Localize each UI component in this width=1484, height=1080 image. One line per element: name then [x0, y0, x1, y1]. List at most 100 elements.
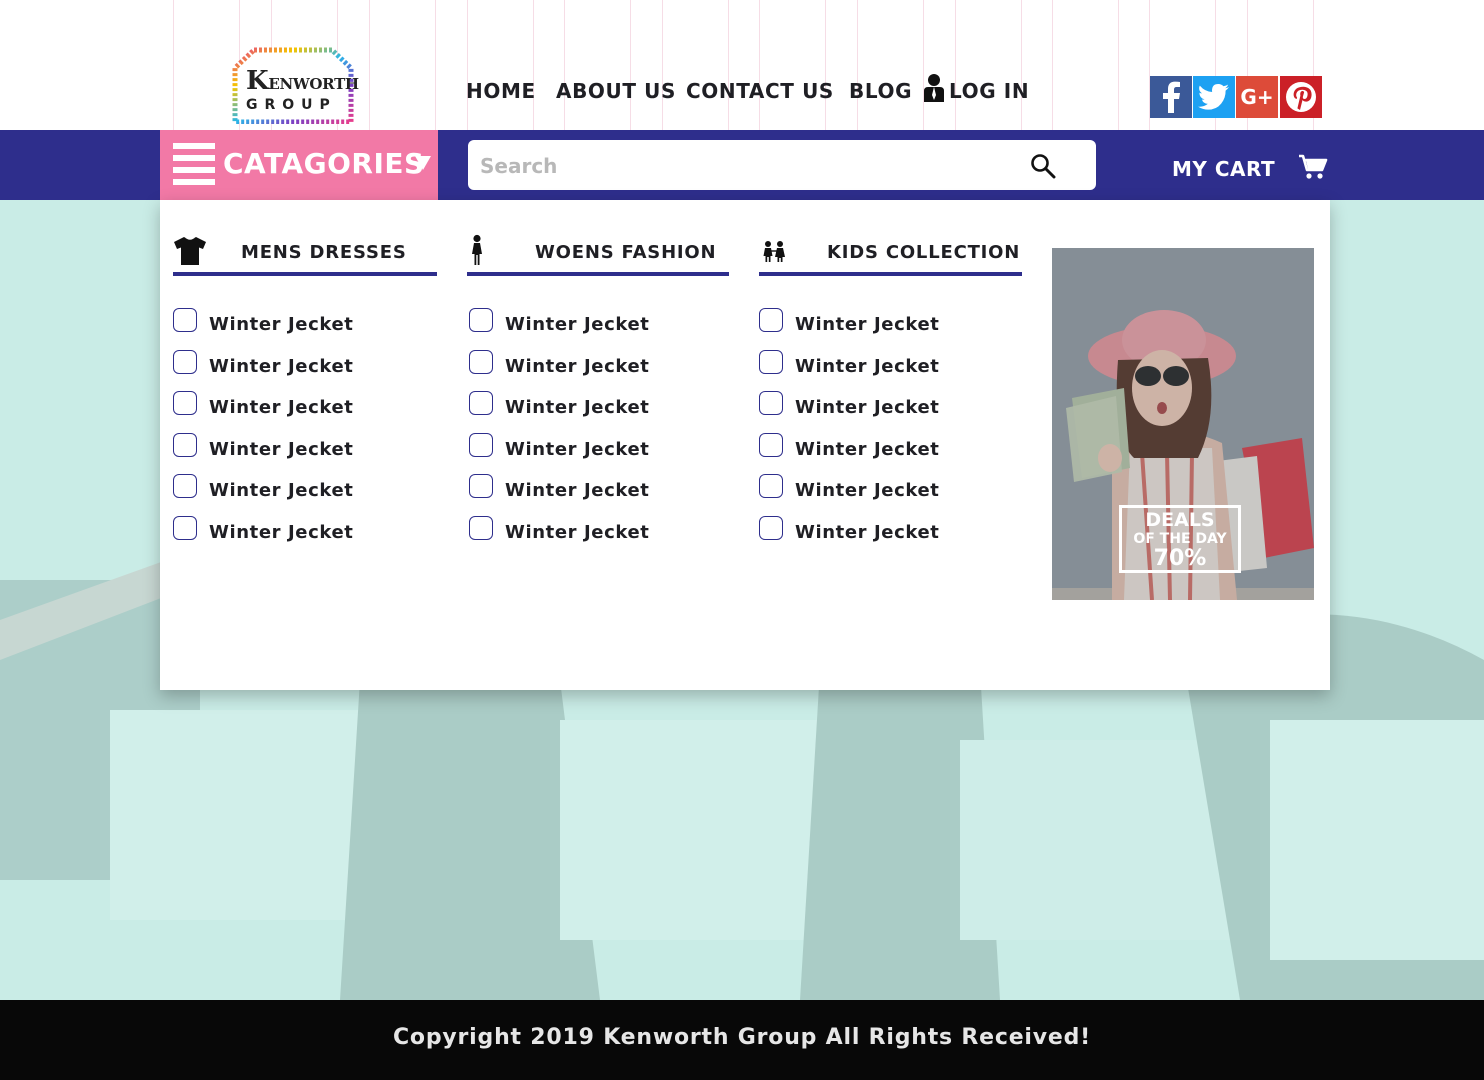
user-icon[interactable]	[923, 73, 945, 103]
search-input[interactable]	[478, 140, 1022, 192]
nav-login-link[interactable]: LOG IN	[949, 79, 1029, 103]
item-checkbox[interactable]	[759, 474, 783, 498]
shopping-cart-icon[interactable]	[1298, 154, 1328, 180]
deals-discount: 70%	[1153, 546, 1207, 571]
list-item[interactable]: Winter Jecket	[173, 429, 437, 471]
item-list: Winter Jecket Winter Jecket Winter Jecke…	[173, 304, 437, 553]
column-header: WOENS FASHION	[467, 230, 729, 276]
list-item[interactable]: Winter Jecket	[173, 304, 437, 346]
deals-promo-banner[interactable]: DEALS OF THE DAY 70%	[1052, 248, 1314, 600]
item-checkbox[interactable]	[469, 391, 493, 415]
list-item[interactable]: Winter Jecket	[467, 304, 729, 346]
item-list: Winter Jecket Winter Jecket Winter Jecke…	[759, 304, 1022, 553]
item-checkbox[interactable]	[173, 474, 197, 498]
item-checkbox[interactable]	[469, 432, 493, 457]
nav-blog-link[interactable]: BLOG	[849, 79, 912, 103]
item-checkbox[interactable]	[173, 515, 197, 540]
grid-guide	[369, 0, 436, 130]
list-item[interactable]: Winter Jecket	[173, 512, 437, 554]
item-label[interactable]: Winter Jecket	[505, 522, 649, 543]
facebook-icon	[1163, 81, 1180, 113]
twitter-icon	[1198, 84, 1229, 110]
search-box	[468, 140, 1096, 192]
tshirt-icon	[174, 237, 206, 265]
deals-line2: OF THE DAY	[1133, 531, 1227, 547]
item-label[interactable]: Winter Jecket	[505, 439, 649, 460]
item-label[interactable]: Winter Jecket	[505, 314, 649, 335]
list-item[interactable]: Winter Jecket	[759, 387, 1022, 429]
search-icon[interactable]	[1030, 153, 1056, 179]
item-list: Winter Jecket Winter Jecket Winter Jecke…	[467, 304, 729, 553]
column-header: MENS DRESSES	[173, 230, 437, 276]
item-checkbox[interactable]	[759, 432, 783, 457]
item-label[interactable]: Winter Jecket	[209, 397, 353, 418]
caret-down-icon	[415, 156, 431, 170]
item-checkbox[interactable]	[173, 432, 197, 457]
nav-contact-link[interactable]: CONTACT US	[686, 79, 834, 103]
item-checkbox[interactable]	[759, 391, 783, 415]
item-checkbox[interactable]	[759, 308, 783, 332]
google-plus-button[interactable]: G+	[1236, 76, 1278, 118]
item-label[interactable]: Winter Jecket	[209, 314, 353, 335]
item-checkbox[interactable]	[469, 515, 493, 540]
item-label[interactable]: Winter Jecket	[795, 397, 939, 418]
list-item[interactable]: Winter Jecket	[467, 346, 729, 388]
item-checkbox[interactable]	[469, 308, 493, 332]
grid-guide	[759, 0, 826, 130]
menu-column-womens: WOENS FASHION Winter Jecket Winter Jecke…	[467, 230, 729, 543]
item-label[interactable]: Winter Jecket	[209, 356, 353, 377]
twitter-button[interactable]	[1193, 76, 1235, 118]
pinterest-button[interactable]	[1280, 76, 1322, 118]
menu-column-mens: MENS DRESSES Winter Jecket Winter Jecket…	[173, 230, 437, 543]
column-title[interactable]: KIDS COLLECTION	[827, 242, 1020, 263]
grid-guide	[564, 0, 631, 130]
list-item[interactable]: Winter Jecket	[759, 429, 1022, 471]
item-label[interactable]: Winter Jecket	[505, 480, 649, 501]
item-label[interactable]: Winter Jecket	[795, 480, 939, 501]
my-cart-link[interactable]: MY CART	[1172, 157, 1275, 181]
list-item[interactable]: Winter Jecket	[173, 387, 437, 429]
grid-guide	[1052, 0, 1119, 130]
item-label[interactable]: Winter Jecket	[795, 522, 939, 543]
list-item[interactable]: Winter Jecket	[467, 512, 729, 554]
kids-icon	[763, 241, 785, 262]
deals-line1: DEALS	[1145, 509, 1215, 531]
item-checkbox[interactable]	[469, 349, 493, 374]
column-title[interactable]: MENS DRESSES	[241, 242, 407, 263]
grid-guide	[662, 0, 729, 130]
column-title[interactable]: WOENS FASHION	[535, 242, 716, 263]
item-checkbox[interactable]	[759, 515, 783, 540]
item-label[interactable]: Winter Jecket	[209, 480, 353, 501]
nav-home-link[interactable]: HOME	[466, 79, 536, 103]
item-checkbox[interactable]	[759, 349, 783, 374]
item-checkbox[interactable]	[469, 474, 493, 498]
logo-subtitle: GROUP	[246, 97, 337, 113]
list-item[interactable]: Winter Jecket	[467, 470, 729, 512]
categories-toggle-button[interactable]: CATAGORIES	[160, 130, 438, 200]
item-label[interactable]: Winter Jecket	[209, 439, 353, 460]
facebook-button[interactable]	[1150, 76, 1192, 118]
nav-about-link[interactable]: ABOUT US	[556, 79, 676, 103]
list-item[interactable]: Winter Jecket	[759, 304, 1022, 346]
column-header: KIDS COLLECTION	[759, 230, 1022, 276]
list-item[interactable]: Winter Jecket	[759, 512, 1022, 554]
list-item[interactable]: Winter Jecket	[173, 346, 437, 388]
list-item[interactable]: Winter Jecket	[759, 470, 1022, 512]
list-item[interactable]: Winter Jecket	[467, 429, 729, 471]
item-label[interactable]: Winter Jecket	[795, 439, 939, 460]
categories-label: CATAGORIES	[223, 147, 425, 180]
grid-guide	[467, 0, 534, 130]
item-checkbox[interactable]	[173, 391, 197, 415]
item-label[interactable]: Winter Jecket	[209, 522, 353, 543]
item-label[interactable]: Winter Jecket	[505, 397, 649, 418]
item-label[interactable]: Winter Jecket	[795, 356, 939, 377]
item-checkbox[interactable]	[173, 308, 197, 332]
item-label[interactable]: Winter Jecket	[505, 356, 649, 377]
list-item[interactable]: Winter Jecket	[759, 346, 1022, 388]
item-checkbox[interactable]	[173, 349, 197, 374]
list-item[interactable]: Winter Jecket	[173, 470, 437, 512]
list-item[interactable]: Winter Jecket	[467, 387, 729, 429]
item-label[interactable]: Winter Jecket	[795, 314, 939, 335]
grid-guide	[955, 0, 1022, 130]
brand-logo[interactable]: KENWORTH GROUP	[232, 46, 359, 124]
